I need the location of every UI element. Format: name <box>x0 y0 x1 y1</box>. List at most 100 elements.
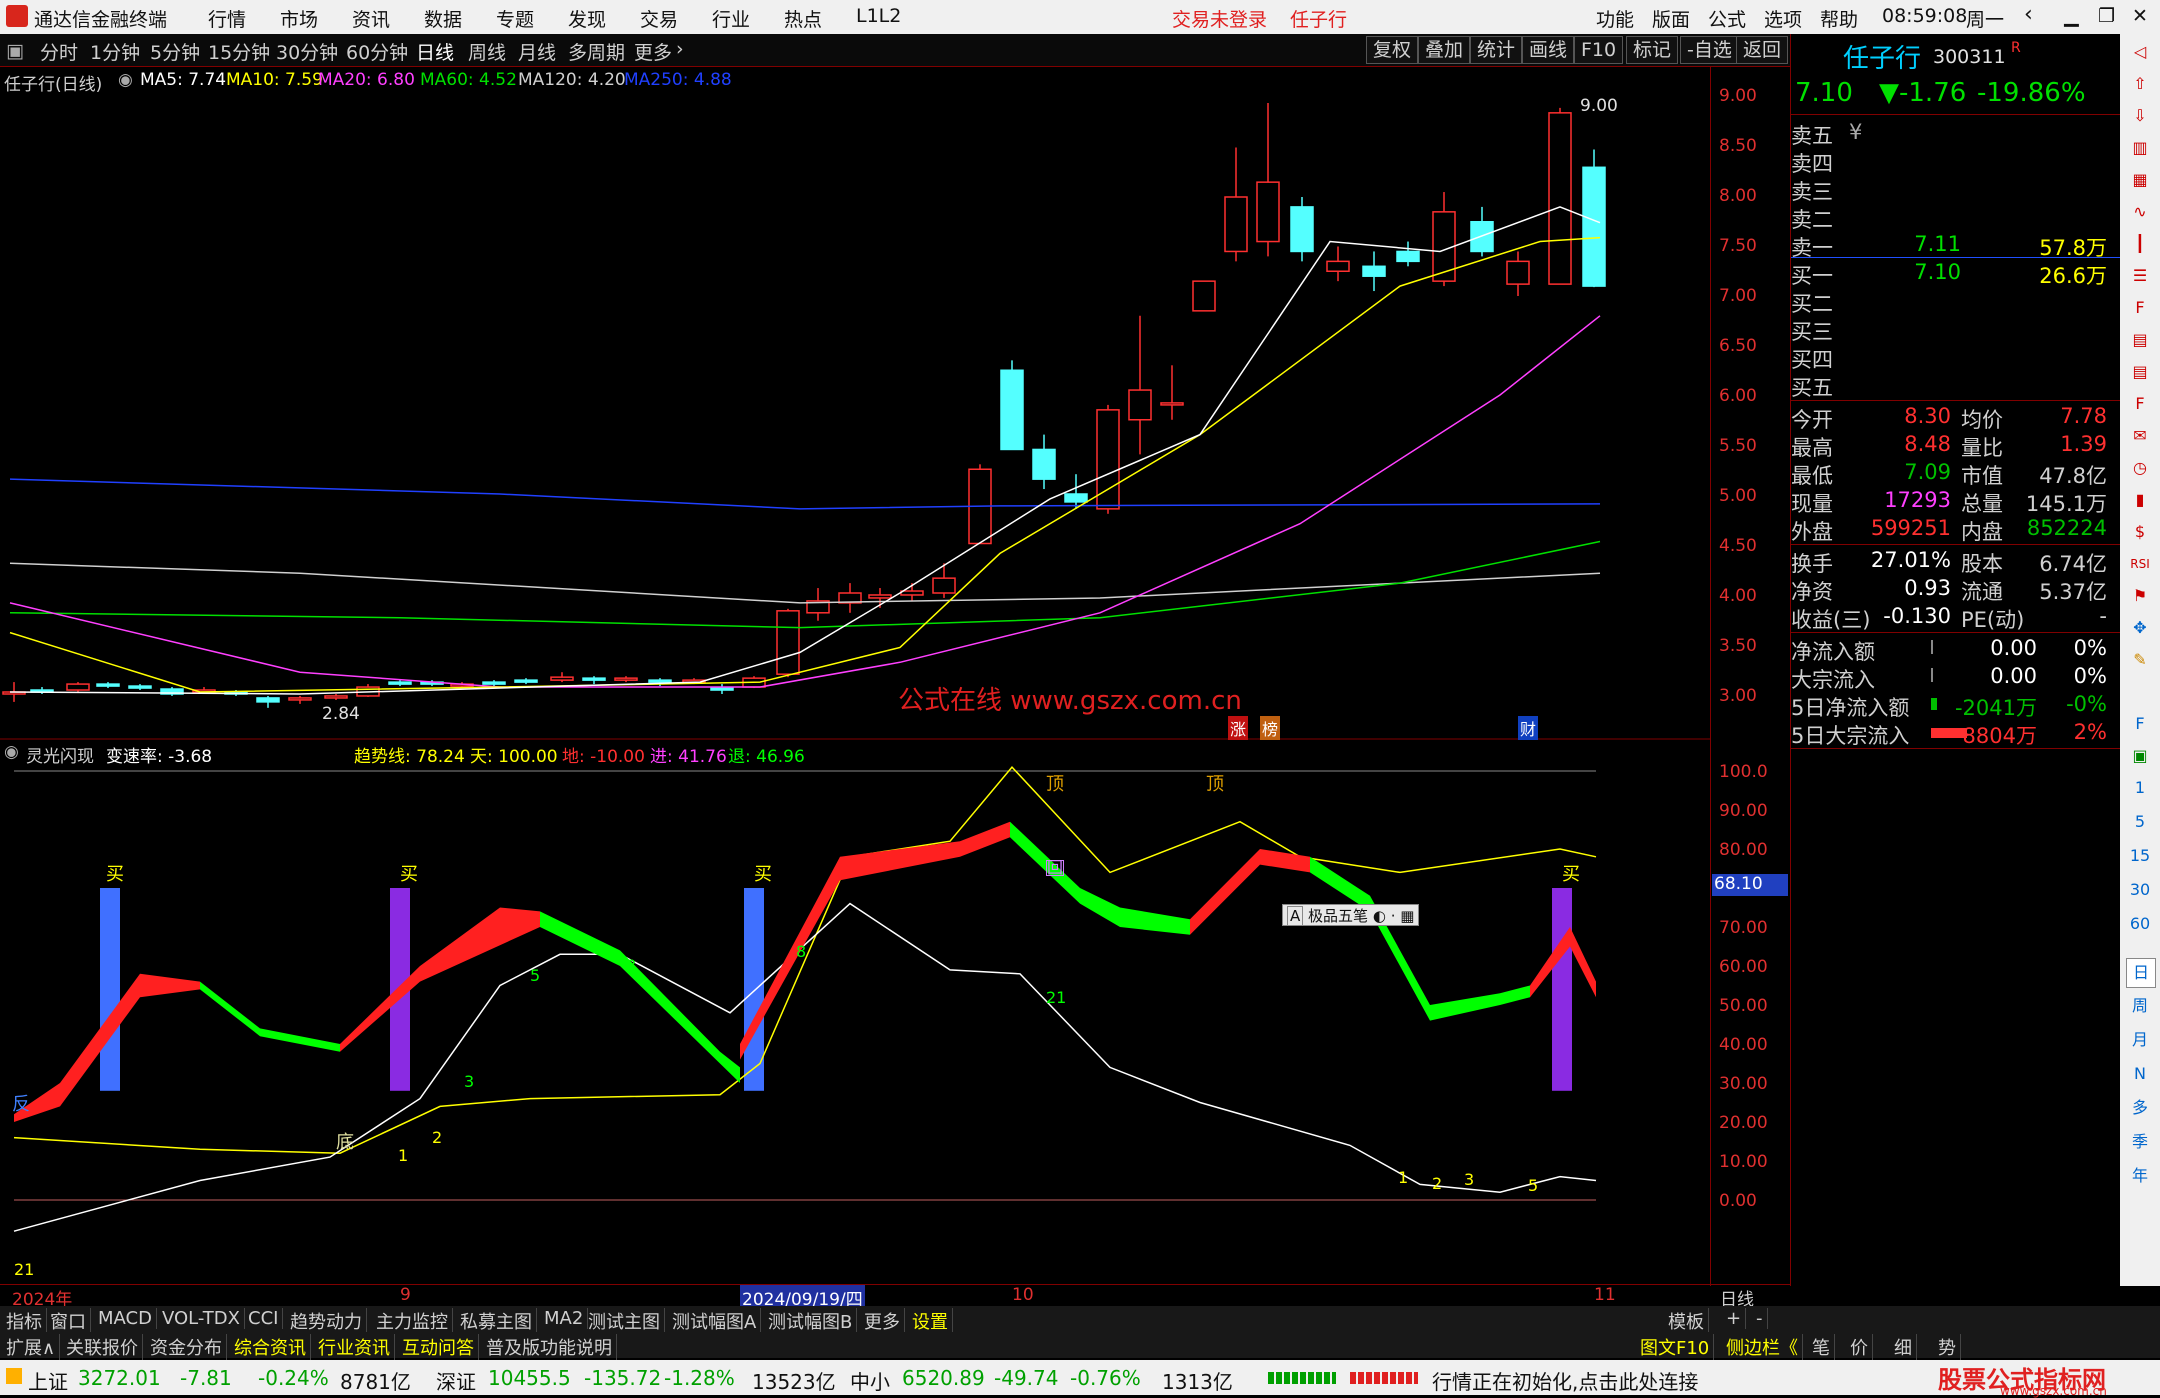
menu-item-formula[interactable]: 公式 <box>1708 5 1746 32</box>
period-tool-15[interactable]: 15 <box>2126 842 2154 870</box>
back-icon[interactable]: ‹ <box>2024 2 2033 27</box>
zx-index-name[interactable]: 中小 <box>850 1366 890 1395</box>
fs-icon[interactable]: F <box>2126 710 2154 738</box>
menu-item-l1l2[interactable]: L1L2 <box>856 5 901 27</box>
sidebar-toggle[interactable]: 侧边栏《 <box>1722 1334 1803 1360</box>
tab-window[interactable]: 窗口 <box>46 1308 91 1334</box>
minimize-icon[interactable]: ▁ <box>2064 5 2079 27</box>
ask-row-3[interactable]: 卖三 <box>1791 176 2121 204</box>
period-tick[interactable]: 分时 <box>40 38 78 65</box>
ime-toolbar[interactable]: A 极品五笔 ◐ · ▦ <box>1282 904 1420 926</box>
collapse-icon[interactable]: ◁ <box>2126 38 2154 66</box>
tab-trend[interactable]: 势 <box>1934 1334 1961 1360</box>
period-tool-quarter[interactable]: 季 <box>2126 1128 2154 1156</box>
menu-item-layout[interactable]: 版面 <box>1652 5 1690 32</box>
finance-marker[interactable]: 财 <box>1518 716 1539 740</box>
period-multi[interactable]: 多周期 <box>568 38 625 65</box>
close-icon[interactable]: ✕ <box>2132 5 2148 27</box>
flag-icon[interactable]: ⚑ <box>2126 582 2154 610</box>
plus-icon[interactable]: + <box>1722 1308 1747 1329</box>
period-more[interactable]: 更多 <box>634 38 672 65</box>
tab-price[interactable]: 价 <box>1846 1334 1873 1360</box>
trade-status[interactable]: 交易未登录 <box>1172 5 1267 32</box>
tab-industry-news[interactable]: 行业资讯 <box>314 1334 395 1360</box>
menu-item-discover[interactable]: 发现 <box>568 5 606 32</box>
up-icon[interactable]: ⇧ <box>2126 70 2154 98</box>
period-tool-30[interactable]: 30 <box>2126 876 2154 904</box>
tab-private-main[interactable]: 私募主图 <box>456 1308 537 1334</box>
period-5min[interactable]: 5分钟 <box>150 38 200 65</box>
ime-dot-icon[interactable]: · <box>1391 907 1396 925</box>
menu-item-quotes[interactable]: 行情 <box>208 5 246 32</box>
ask-row-4[interactable]: 卖四 <box>1791 148 2121 176</box>
period-tool-1[interactable]: 1 <box>2126 774 2154 802</box>
menu-item-help[interactable]: 帮助 <box>1820 5 1858 32</box>
tab-detail[interactable]: 细 <box>1890 1334 1917 1360</box>
tab-related-quotes[interactable]: 关联报价 <box>62 1334 143 1360</box>
list-icon[interactable]: ☰ <box>2126 262 2154 290</box>
menu-item-hot[interactable]: 热点 <box>784 5 822 32</box>
line-chart-icon[interactable]: ∿ <box>2126 198 2154 226</box>
clock-icon[interactable]: ◷ <box>2126 454 2154 482</box>
mark-button[interactable]: 标记 <box>1626 36 1679 64</box>
period-tool-week[interactable]: 周 <box>2126 992 2154 1020</box>
minus-icon[interactable]: - <box>1752 1308 1768 1329</box>
period-tool-day[interactable]: 日 <box>2126 958 2156 988</box>
ask-row-2[interactable]: 卖二 <box>1791 204 2121 232</box>
menu-item-industry[interactable]: 行业 <box>712 5 750 32</box>
tab-ma2[interactable]: MA2 <box>540 1308 589 1329</box>
move-icon[interactable]: ✥ <box>2126 614 2154 642</box>
watchlist-button[interactable]: -自选 <box>1680 36 1739 64</box>
tab-qa[interactable]: 互动问答 <box>398 1334 479 1360</box>
f10-button[interactable]: F10 <box>1574 36 1624 64</box>
money-icon[interactable]: $ <box>2126 518 2154 546</box>
period-daily[interactable]: 日线 <box>416 38 454 65</box>
tab-more[interactable]: 更多 <box>860 1308 905 1334</box>
period-tool-5[interactable]: 5 <box>2126 808 2154 836</box>
f10-icon[interactable]: F <box>2126 294 2154 322</box>
f2-icon[interactable]: F <box>2126 390 2154 418</box>
period-30min[interactable]: 30分钟 <box>276 38 338 65</box>
rsi-icon[interactable]: RSI <box>2126 550 2154 578</box>
menu-item-options[interactable]: 选项 <box>1764 5 1802 32</box>
tab-expand[interactable]: 扩展∧ <box>2 1334 61 1360</box>
period-monthly[interactable]: 月线 <box>518 38 556 65</box>
sh-index-name[interactable]: 上证 <box>28 1366 68 1395</box>
vol-icon[interactable]: ▮ <box>2126 486 2154 514</box>
doc2-icon[interactable]: ▤ <box>2126 358 2154 386</box>
period-weekly[interactable]: 周线 <box>468 38 506 65</box>
tab-macd[interactable]: MACD <box>94 1308 157 1329</box>
adjust-button[interactable]: 复权 <box>1366 36 1419 64</box>
chart-icon[interactable]: ▥ <box>2126 134 2154 162</box>
tab-main-monitor[interactable]: 主力监控 <box>372 1308 453 1334</box>
ime-keyboard-icon[interactable]: ▦ <box>1400 907 1414 925</box>
indicator-chart[interactable] <box>0 740 1710 1285</box>
tab-general-news[interactable]: 综合资讯 <box>230 1334 311 1360</box>
chevron-right-icon[interactable]: › <box>676 38 684 60</box>
tab-cci[interactable]: CCI <box>244 1308 284 1329</box>
period-tool-year[interactable]: 年 <box>2126 1162 2154 1190</box>
menu-item-function[interactable]: 功能 <box>1596 5 1634 32</box>
menu-item-data[interactable]: 数据 <box>424 5 462 32</box>
ask-row-5[interactable]: 卖五 ¥ <box>1791 120 2121 148</box>
bid-row-4[interactable]: 买四 <box>1791 344 2121 372</box>
menu-item-market[interactable]: 市场 <box>280 5 318 32</box>
limit-marker[interactable]: 涨 <box>1228 716 1249 740</box>
panel-toggle-icon[interactable]: ▣ <box>6 40 24 62</box>
ask-row-1[interactable]: 卖一 7.11 57.8万 <box>1791 232 2121 260</box>
restore-icon[interactable]: ❐ <box>2098 5 2115 27</box>
period-tool-60[interactable]: 60 <box>2126 910 2154 938</box>
template-button[interactable]: 模板 <box>1664 1308 1709 1334</box>
rank-marker[interactable]: 榜 <box>1260 716 1281 740</box>
ime-a-icon[interactable]: A <box>1287 906 1304 926</box>
tab-test-main[interactable]: 测试主图 <box>584 1308 665 1334</box>
period-tool-month[interactable]: 月 <box>2126 1026 2154 1054</box>
tab-help-notes[interactable]: 普及版功能说明 <box>482 1334 617 1360</box>
grid-icon[interactable]: ▦ <box>2126 166 2154 194</box>
tab-vol-tdx[interactable]: VOL-TDX <box>158 1308 245 1329</box>
sz-index-name[interactable]: 深证 <box>436 1366 476 1395</box>
ime-moon-icon[interactable]: ◐ <box>1373 907 1386 925</box>
menu-item-news[interactable]: 资讯 <box>352 5 390 32</box>
doc-icon[interactable]: ▤ <box>2126 326 2154 354</box>
period-15min[interactable]: 15分钟 <box>208 38 270 65</box>
